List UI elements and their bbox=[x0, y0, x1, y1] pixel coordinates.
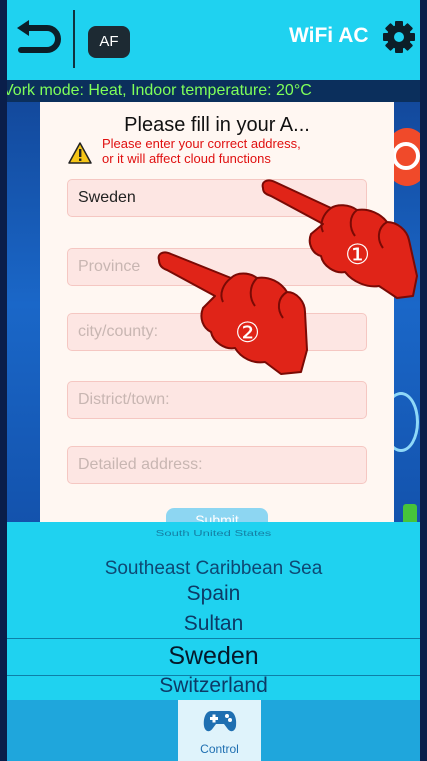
detailed-address-field[interactable] bbox=[67, 446, 367, 484]
district-field[interactable] bbox=[67, 381, 367, 419]
app-title: WiFi AC bbox=[289, 24, 369, 47]
picker-item[interactable]: Spain bbox=[7, 582, 420, 606]
picker-item[interactable]: Switzerland bbox=[7, 674, 420, 698]
warning-triangle-icon bbox=[68, 142, 92, 164]
country-picker[interactable]: South United States Southeast Caribbean … bbox=[7, 522, 420, 700]
control-tab-label: Control bbox=[200, 742, 239, 756]
top-bar: AF WiFi AC bbox=[7, 0, 420, 80]
header-divider bbox=[73, 10, 75, 68]
picker-item-selected[interactable]: Sweden bbox=[7, 642, 420, 671]
status-bar: Vork mode: Heat, Indoor temperature: 20°… bbox=[7, 80, 420, 102]
picker-item[interactable]: South United States bbox=[7, 529, 420, 538]
dialog-title: Please fill in your A... bbox=[124, 114, 310, 136]
back-arrow-icon[interactable] bbox=[11, 18, 63, 62]
step-one-marker: ① bbox=[345, 238, 370, 271]
pointing-hand-icon: ② bbox=[157, 251, 308, 375]
step-two-marker: ② bbox=[235, 316, 260, 349]
gear-icon[interactable] bbox=[382, 20, 416, 54]
warning-line-2: or it will affect cloud functions bbox=[102, 151, 271, 166]
bottom-nav: Control bbox=[7, 700, 420, 761]
control-tab[interactable]: Control bbox=[178, 700, 261, 761]
picker-item[interactable]: Sultan bbox=[7, 612, 420, 636]
warning-message: Please enter your correct address, or it… bbox=[102, 136, 392, 166]
app-screen: AF WiFi AC Vork mode: Heat, Indoor tempe… bbox=[7, 0, 420, 761]
gamepad-icon bbox=[203, 711, 237, 732]
picker-item[interactable]: Southeast Caribbean Sea bbox=[7, 558, 420, 580]
warning-line-1: Please enter your correct address, bbox=[102, 136, 301, 151]
af-button[interactable]: AF bbox=[88, 26, 130, 58]
picker-selection-top-line bbox=[7, 638, 420, 639]
